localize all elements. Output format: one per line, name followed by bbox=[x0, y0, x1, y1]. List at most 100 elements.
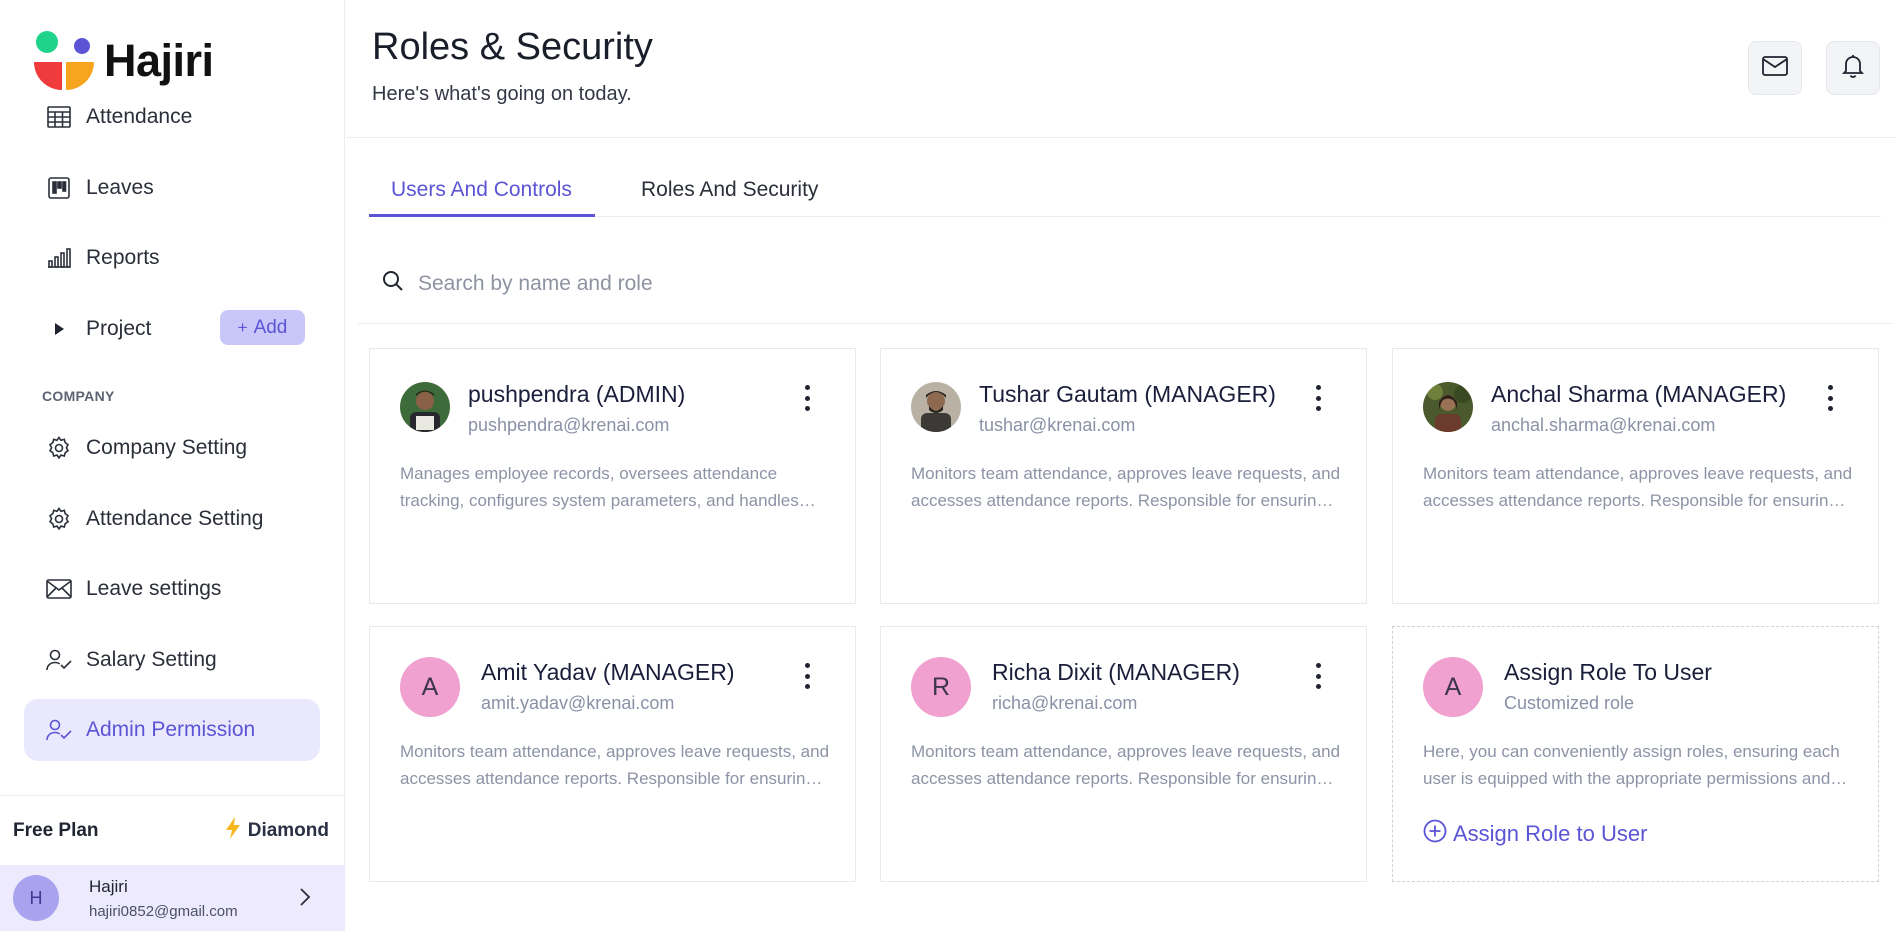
description-line: accesses attendance reports. Responsible… bbox=[911, 491, 1341, 510]
role-description: Manages employee records, oversees atten… bbox=[400, 460, 830, 514]
sidebar-item-attendance[interactable]: Attendance bbox=[24, 86, 320, 148]
add-label: Add bbox=[253, 316, 288, 338]
sidebar-item-salary-setting[interactable]: Salary Setting bbox=[24, 629, 320, 691]
tab-bar: Users And Controls Roles And Security bbox=[369, 166, 1881, 217]
description-line: Here, you can conveniently assign roles,… bbox=[1423, 742, 1840, 761]
avatar: R bbox=[911, 657, 971, 717]
tab-roles-and-security[interactable]: Roles And Security bbox=[641, 178, 818, 217]
plan-free-label: Free Plan bbox=[13, 819, 99, 841]
user-email: anchal.sharma@krenai.com bbox=[1491, 415, 1716, 435]
user-check-icon bbox=[46, 647, 72, 673]
add-project-button[interactable]: + Add bbox=[220, 310, 305, 345]
assign-role-description: Here, you can conveniently assign roles,… bbox=[1423, 738, 1853, 792]
assign-role-label: Assign Role to User bbox=[1453, 821, 1648, 846]
role-description: Monitors team attendance, approves leave… bbox=[400, 738, 830, 792]
description-line: user is equipped with the appropriate pe… bbox=[1423, 769, 1848, 788]
description-line: Monitors team attendance, approves leave… bbox=[400, 742, 830, 761]
user-name: Anchal Sharma (MANAGER) bbox=[1491, 381, 1787, 407]
logo[interactable]: Hajiri bbox=[32, 30, 214, 92]
description-line: accesses attendance reports. Responsible… bbox=[911, 769, 1341, 788]
tab-users-and-controls[interactable]: Users And Controls bbox=[369, 178, 595, 217]
logo-text: Hajiri bbox=[104, 35, 214, 86]
logo-mark bbox=[32, 30, 98, 92]
user-check-icon bbox=[46, 717, 72, 743]
sidebar-item-attendance-setting[interactable]: Attendance Setting bbox=[24, 488, 320, 550]
more-options-icon[interactable] bbox=[803, 663, 811, 689]
assign-role-title: Assign Role To User bbox=[1504, 659, 1712, 685]
sidebar-item-reports[interactable]: Reports bbox=[24, 227, 320, 289]
user-name: Richa Dixit (MANAGER) bbox=[992, 659, 1240, 685]
search-bar bbox=[358, 244, 1892, 324]
avatar bbox=[911, 382, 961, 432]
page-subtitle: Here's what's going on today. bbox=[372, 83, 632, 105]
sidebar-item-label: Leaves bbox=[86, 176, 154, 199]
bar-chart-icon bbox=[46, 245, 72, 271]
assign-role-button[interactable]: Assign Role to User bbox=[1423, 819, 1647, 849]
sidebar-item-label: Project bbox=[86, 317, 152, 340]
sidebar-item-leaves[interactable]: Leaves bbox=[24, 157, 320, 219]
description-line: accesses attendance reports. Responsible… bbox=[400, 769, 830, 788]
avatar bbox=[400, 382, 450, 432]
table-icon bbox=[46, 104, 72, 130]
sidebar-item-label: Company Setting bbox=[86, 436, 248, 459]
plus-circle-icon bbox=[1423, 819, 1447, 849]
description-line: Monitors team attendance, approves leave… bbox=[911, 464, 1341, 483]
user-email: richa@krenai.com bbox=[992, 693, 1138, 713]
user-email: pushpendra@krenai.com bbox=[468, 415, 670, 435]
search-input[interactable] bbox=[418, 271, 1018, 296]
user-card[interactable]: pushpendra (ADMIN) pushpendra@krenai.com… bbox=[369, 348, 856, 604]
page-header: Roles & Security Here's what's going on … bbox=[346, 0, 1896, 138]
assign-role-subtitle: Customized role bbox=[1504, 693, 1635, 713]
assign-role-card: A Assign Role To User Customized role He… bbox=[1392, 626, 1879, 882]
avatar: H bbox=[13, 875, 59, 921]
plan-tier-label: Diamond bbox=[247, 819, 329, 841]
description-line: tracking, configures system parameters, … bbox=[400, 491, 816, 510]
mail-icon bbox=[1762, 55, 1788, 81]
user-email: tushar@krenai.com bbox=[979, 415, 1136, 435]
user-name: Tushar Gautam (MANAGER) bbox=[979, 381, 1276, 407]
sidebar-item-admin-permission[interactable]: Admin Permission bbox=[24, 699, 320, 761]
user-card[interactable]: R Richa Dixit (MANAGER) richa@krenai.com… bbox=[880, 626, 1367, 882]
description-line: Manages employee records, oversees atten… bbox=[400, 464, 778, 483]
more-options-icon[interactable] bbox=[1314, 663, 1322, 689]
more-options-icon[interactable] bbox=[1314, 385, 1322, 411]
sidebar-item-project[interactable]: Project bbox=[24, 298, 204, 360]
sidebar-item-leave-settings[interactable]: Leave settings bbox=[24, 558, 320, 620]
play-icon bbox=[46, 316, 72, 342]
mail-icon bbox=[46, 576, 72, 602]
section-label-company: COMPANY bbox=[42, 388, 115, 404]
avatar bbox=[1423, 382, 1473, 432]
description-line: Monitors team attendance, approves leave… bbox=[911, 742, 1341, 761]
sidebar-item-label: Admin Permission bbox=[86, 718, 256, 741]
sidebar-item-label: Leave settings bbox=[86, 577, 222, 600]
description-line: Monitors team attendance, approves leave… bbox=[1423, 464, 1853, 483]
user-card[interactable]: A Amit Yadav (MANAGER) amit.yadav@krenai… bbox=[369, 626, 856, 882]
user-name: Amit Yadav (MANAGER) bbox=[481, 659, 735, 685]
search-icon bbox=[382, 270, 404, 297]
sidebar-item-label: Reports bbox=[86, 246, 160, 269]
messages-button[interactable] bbox=[1748, 41, 1802, 95]
sidebar-item-label: Attendance Setting bbox=[86, 507, 264, 530]
lightning-icon bbox=[224, 816, 242, 846]
user-email: amit.yadav@krenai.com bbox=[481, 693, 675, 713]
bell-icon bbox=[1841, 53, 1865, 84]
more-options-icon[interactable] bbox=[803, 385, 811, 411]
gear-icon bbox=[46, 506, 72, 532]
notifications-button[interactable] bbox=[1826, 41, 1880, 95]
role-description: Monitors team attendance, approves leave… bbox=[911, 738, 1341, 792]
user-card[interactable]: Tushar Gautam (MANAGER) tushar@krenai.co… bbox=[880, 348, 1367, 604]
user-card[interactable]: Anchal Sharma (MANAGER) anchal.sharma@kr… bbox=[1392, 348, 1879, 604]
plus-icon: + bbox=[237, 317, 248, 337]
user-profile[interactable]: H Hajiri hajiri0852@gmail.com bbox=[0, 865, 345, 931]
user-name: Hajiri bbox=[89, 876, 128, 896]
sidebar: Hajiri Attendance Leaves Reports Project… bbox=[0, 0, 345, 931]
chevron-right-icon[interactable] bbox=[299, 887, 311, 912]
sidebar-item-label: Salary Setting bbox=[86, 648, 217, 671]
sidebar-item-company-setting[interactable]: Company Setting bbox=[24, 417, 320, 479]
user-info: Hajiri hajiri0852@gmail.com bbox=[89, 877, 238, 920]
avatar: A bbox=[400, 657, 460, 717]
plan-tier[interactable]: Diamond bbox=[224, 816, 329, 846]
page-title: Roles & Security bbox=[372, 26, 653, 68]
more-options-icon[interactable] bbox=[1826, 385, 1834, 411]
plan-bar: Free Plan Diamond bbox=[0, 795, 345, 865]
